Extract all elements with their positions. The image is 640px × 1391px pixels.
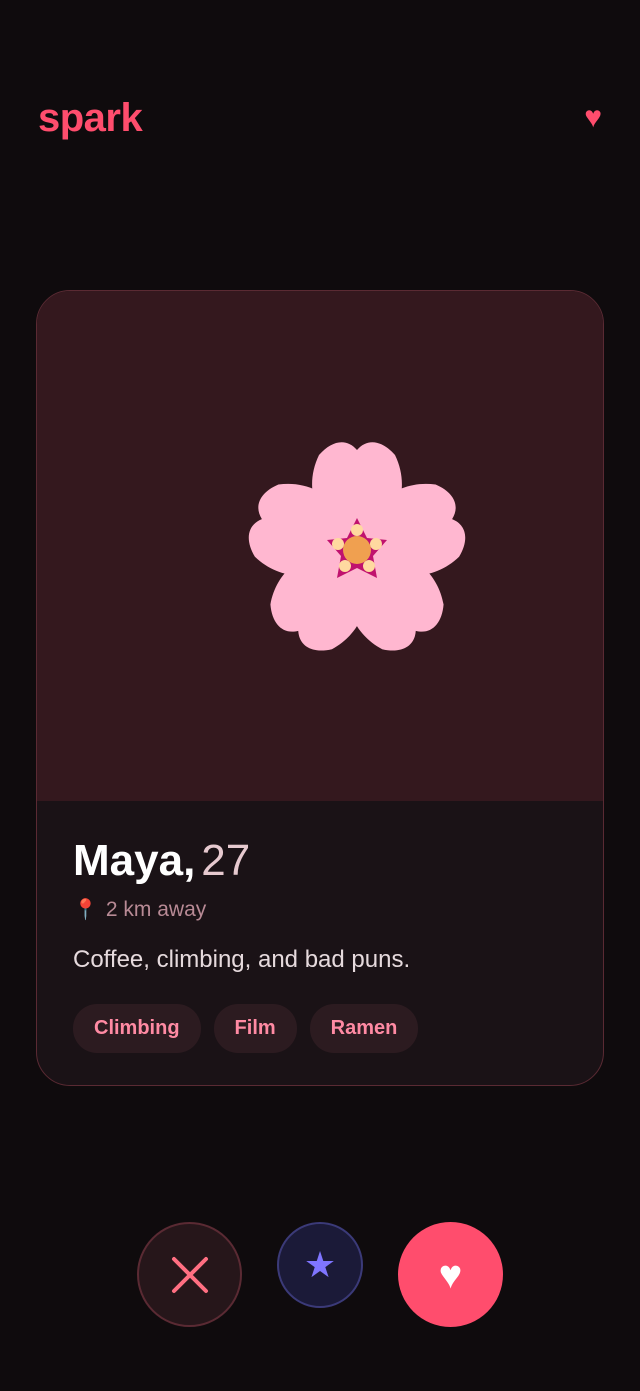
location-row: 📍 2 km away: [73, 897, 567, 922]
star-icon: ★: [303, 1244, 337, 1285]
profile-info: Maya, 27 📍 2 km away Coffee, climbing, an…: [73, 837, 567, 1053]
heart-icon: ♥: [438, 1252, 463, 1297]
tag-climbing: Climbing: [73, 1004, 201, 1053]
profile-name: Maya,: [73, 836, 196, 885]
location-pin-icon: 📍: [73, 899, 98, 921]
cherry-blossom-icon: [248, 442, 466, 651]
profile-age: 27: [201, 836, 251, 885]
top-bar: spark ♥: [38, 92, 602, 144]
profile-card[interactable]: Maya, 27 📍 2 km away Coffee, climbing, an…: [36, 290, 604, 1086]
profile-photo: [37, 291, 603, 801]
heart-icon[interactable]: ♥: [584, 103, 602, 133]
nope-button[interactable]: [137, 1222, 242, 1327]
super-like-button[interactable]: ★: [277, 1222, 363, 1308]
like-button[interactable]: ♥: [398, 1222, 503, 1327]
tag-ramen: Ramen: [309, 1004, 419, 1053]
app-logo: spark: [38, 95, 143, 140]
action-bar: ★ ♥: [0, 1222, 640, 1328]
tag-film: Film: [213, 1004, 297, 1053]
name-age: Maya, 27: [73, 837, 567, 885]
close-icon: [171, 1256, 208, 1293]
profile-bio: Coffee, climbing, and bad puns.: [73, 946, 411, 973]
location-text: 2 km away: [105, 897, 207, 921]
interest-tags: Climbing Film Ramen: [73, 1004, 567, 1053]
